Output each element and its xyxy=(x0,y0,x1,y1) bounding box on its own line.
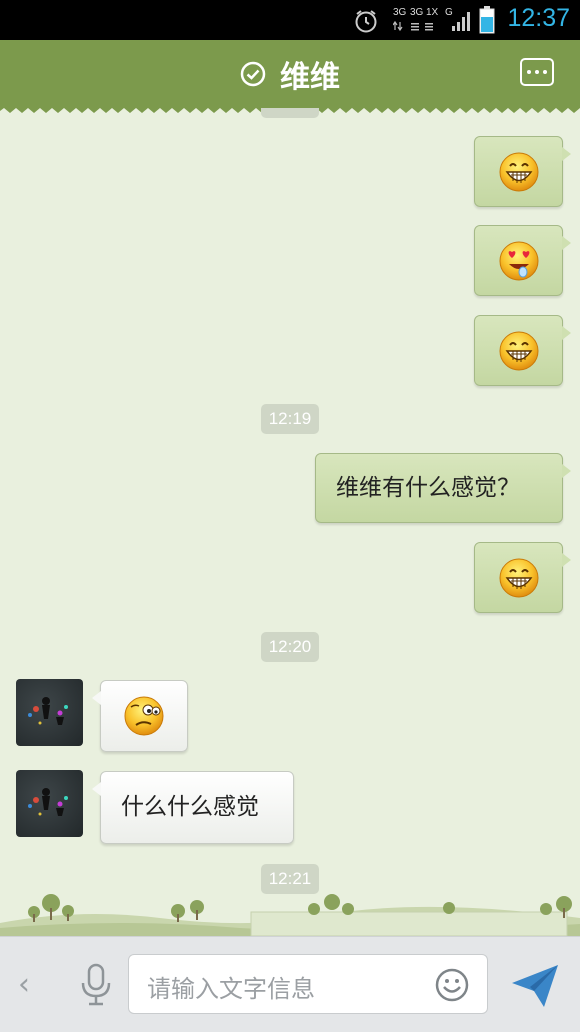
chat-area[interactable]: 12:19 维维有什么感觉？ 12:20 什么什么感觉 12:21 xyxy=(0,108,580,936)
avatar[interactable] xyxy=(16,679,83,746)
outgoing-emoji-message[interactable] xyxy=(474,225,571,296)
microphone-icon[interactable] xyxy=(76,963,116,1007)
timestamp: 12:19 xyxy=(261,404,319,434)
network-3g-label: 3G xyxy=(393,7,407,18)
incoming-emoji-message[interactable] xyxy=(92,680,188,752)
more-menu-button[interactable] xyxy=(520,58,554,86)
outgoing-emoji-message[interactable] xyxy=(474,542,571,613)
alarm-icon xyxy=(355,10,377,33)
timestamp: 12:20 xyxy=(261,632,319,662)
check-circle-icon xyxy=(240,61,266,87)
grin-emoji xyxy=(499,331,538,370)
outgoing-text-message[interactable]: 维维有什么感觉？ xyxy=(315,453,571,523)
title-bar: 维维 xyxy=(0,40,580,113)
signal-icon xyxy=(452,12,470,31)
message-text: 维维有什么感觉？ xyxy=(336,475,520,501)
status-bar: 3G 3G 1X G 12:37 xyxy=(0,0,580,40)
heart-eyes-emoji xyxy=(499,241,538,280)
smiley-icon[interactable] xyxy=(435,968,469,1002)
input-placeholder: 请输入文字信息 xyxy=(147,975,315,1003)
network-1x-label: 1X xyxy=(426,7,439,18)
grin-emoji xyxy=(499,152,538,191)
back-chevron-icon[interactable]: ‹ xyxy=(18,967,30,1002)
outgoing-emoji-message[interactable] xyxy=(474,315,571,386)
avatar-image xyxy=(28,788,68,816)
confused-emoji xyxy=(124,696,164,736)
outgoing-emoji-message[interactable] xyxy=(474,136,571,207)
battery-icon xyxy=(479,6,495,34)
avatar-image xyxy=(28,697,68,725)
more-icon-dot xyxy=(535,70,539,74)
grin-emoji xyxy=(499,558,538,597)
input-bar: ‹ 请输入文字信息 xyxy=(0,936,580,1032)
timestamp-partial xyxy=(261,108,319,118)
message-text: 什么什么感觉 xyxy=(121,794,259,820)
data-arrows-icon xyxy=(393,20,433,32)
more-icon-dot xyxy=(543,70,547,74)
more-icon xyxy=(527,70,531,74)
clock: 12:37 xyxy=(507,4,570,32)
chat-title: 维维 xyxy=(280,60,340,95)
avatar[interactable] xyxy=(16,770,83,837)
network-3g-label-2: 3G xyxy=(410,7,424,18)
incoming-text-message[interactable]: 什么什么感觉 xyxy=(92,771,294,844)
send-icon[interactable] xyxy=(510,963,560,1009)
message-input[interactable]: 请输入文字信息 xyxy=(128,954,488,1014)
landscape-decoration xyxy=(0,894,580,936)
